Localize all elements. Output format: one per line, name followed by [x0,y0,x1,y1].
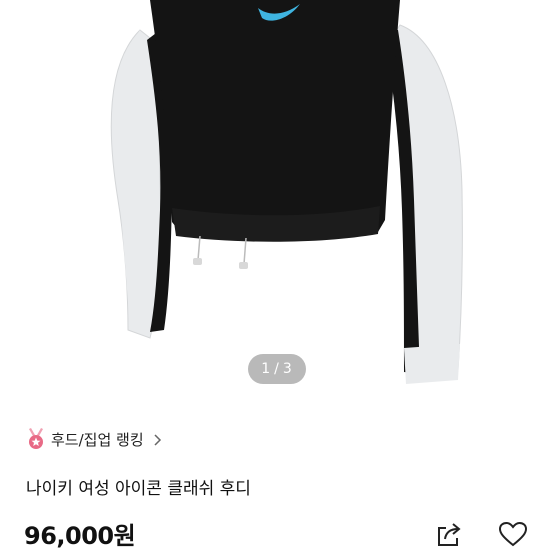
ranking-link[interactable]: 후드/집업 랭킹 [27,428,164,450]
share-icon[interactable] [435,520,463,548]
page-indicator: 1 / 3 [248,354,306,384]
heart-icon[interactable] [497,520,529,548]
product-price: 96,000원 [24,522,136,550]
product-title: 나이키 여성 아이콘 클래쉬 후디 [26,479,251,499]
chevron-right-icon [152,432,164,446]
hoodie-product-image [110,0,463,384]
current-page: 1 [261,361,272,377]
medal-icon [27,428,45,450]
ranking-label: 후드/집업 랭킹 [51,430,144,449]
page-separator: / [274,361,280,377]
total-pages: 3 [282,361,293,377]
product-image-gallery[interactable]: 1 / 3 [0,0,554,398]
